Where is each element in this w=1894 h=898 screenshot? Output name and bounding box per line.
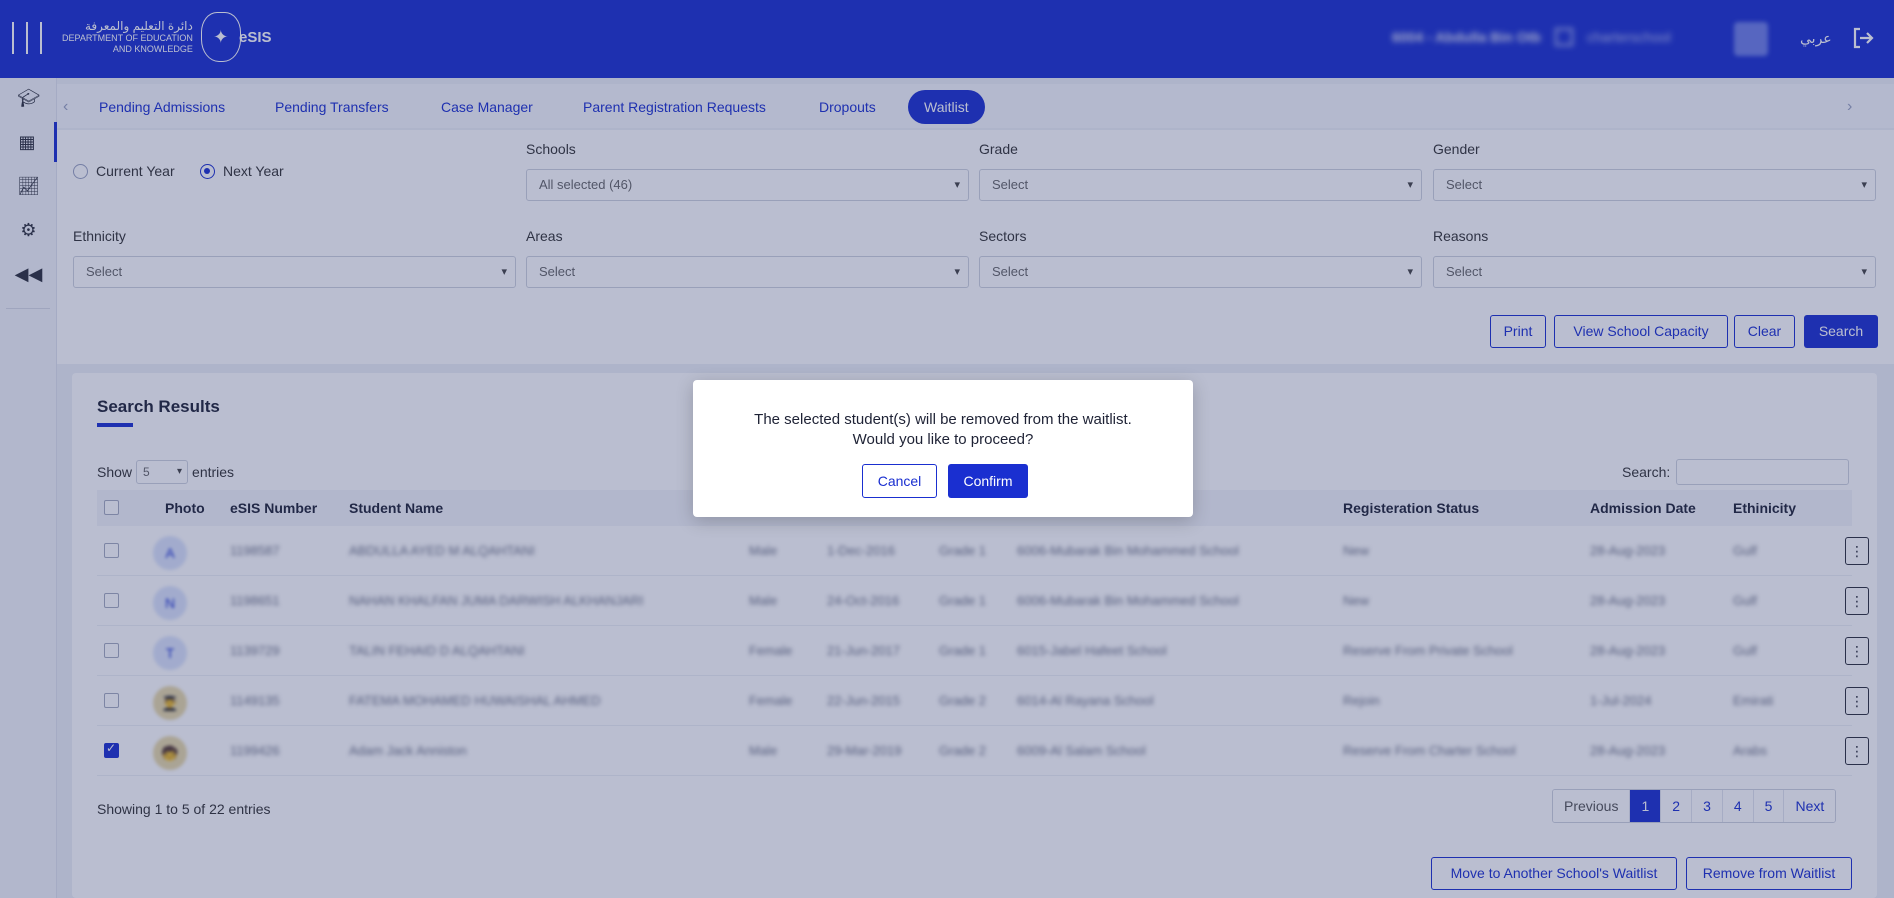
confirm-button[interactable]: Confirm (948, 464, 1028, 498)
confirm-dialog: The selected student(s) will be removed … (693, 380, 1193, 517)
confirm-message-line2: Would you like to proceed? (852, 431, 1034, 448)
cancel-button[interactable]: Cancel (862, 464, 937, 498)
confirm-message: The selected student(s) will be removed … (693, 410, 1193, 450)
confirm-message-line1: The selected student(s) will be removed … (754, 411, 1132, 428)
